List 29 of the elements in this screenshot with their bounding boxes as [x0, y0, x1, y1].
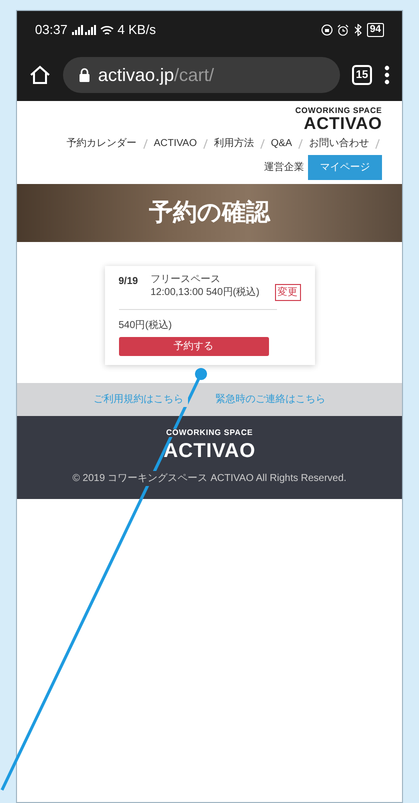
home-icon[interactable]	[29, 65, 51, 85]
nav-link[interactable]: お問い合わせ	[309, 136, 369, 151]
url-text: activao.jp/cart/	[98, 64, 214, 87]
bluetooth-icon	[352, 24, 363, 36]
signal-icon	[72, 25, 96, 35]
page-title: 予約の確認	[149, 198, 270, 228]
lock-rotation-icon	[320, 24, 333, 36]
clock-time: 03:37	[35, 21, 68, 40]
alarm-icon	[336, 24, 349, 36]
reservation-date: 9/19	[118, 275, 139, 289]
address-bar[interactable]: activao.jp/cart/	[63, 57, 340, 93]
reservation-detail: フリースペース 12:00,13:00 540円(税込)	[150, 274, 260, 299]
menu-icon[interactable]	[384, 65, 390, 85]
nav-link[interactable]: ACTIVAO	[154, 136, 197, 151]
logo-tagline: COWORKING SPACE	[295, 107, 382, 115]
battery-indicator: 94	[366, 23, 384, 37]
lock-icon	[79, 68, 90, 82]
nav-link[interactable]: 運営企業	[264, 160, 304, 175]
total-price: 540円(税込)	[118, 318, 173, 333]
logo-wordmark: ACTIVAO	[304, 115, 382, 132]
wifi-icon	[100, 24, 114, 36]
logo-wordmark: ACTIVAO	[163, 441, 256, 461]
network-speed: 4 KB/s	[118, 21, 156, 40]
nav-link[interactable]: 予約カレンダー	[66, 136, 137, 151]
change-button[interactable]: 変更	[274, 284, 300, 301]
tab-count[interactable]: 15	[352, 65, 372, 85]
nav-link[interactable]: Q&A	[270, 136, 292, 151]
nav-link[interactable]: 利用方法	[214, 136, 254, 151]
reserve-button[interactable]: 予約する	[118, 337, 268, 356]
